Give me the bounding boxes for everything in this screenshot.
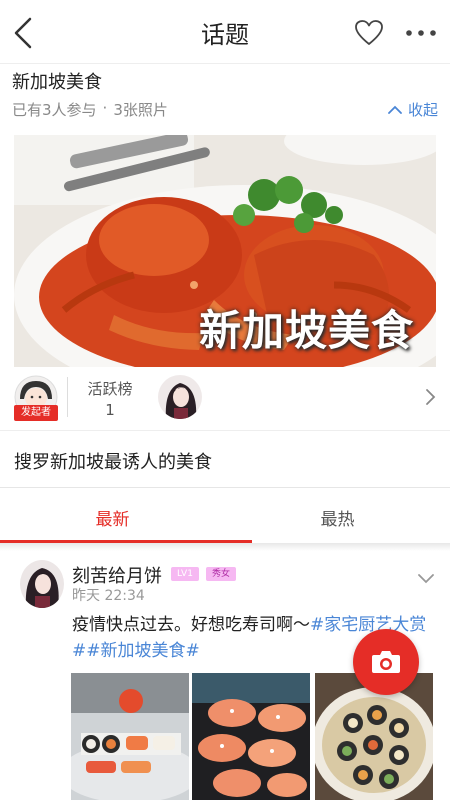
- initiator-avatar[interactable]: 发起者: [14, 375, 58, 421]
- active-rank-label: 活跃榜: [87, 380, 133, 398]
- topic-meta: 已有3人参与 · 3张照片: [12, 99, 168, 120]
- post-text: 疫情快点过去。好想吃寿司啊～: [72, 615, 310, 635]
- avatar-illustration: [158, 375, 202, 419]
- collapse-button[interactable]: 收起: [388, 99, 438, 120]
- avatar-illustration: [20, 560, 64, 608]
- initiator-badge: 发起者: [14, 405, 58, 421]
- photo-count: 3张照片: [113, 101, 168, 119]
- post-image-1[interactable]: [71, 673, 189, 800]
- topic-name: 新加坡美食: [12, 72, 102, 93]
- banner-title: 新加坡美食: [198, 306, 414, 355]
- heart-icon[interactable]: [355, 20, 383, 46]
- active-rank-value: 1: [105, 401, 115, 419]
- divider: [0, 430, 450, 431]
- topic-banner-image[interactable]: 新加坡美食: [14, 135, 436, 367]
- role-badge: 秀女: [206, 567, 236, 581]
- post-user-avatar[interactable]: [20, 560, 64, 608]
- more-dots-icon[interactable]: [404, 22, 438, 44]
- post-image-2[interactable]: [192, 673, 310, 800]
- tab-hottest[interactable]: 最热: [225, 505, 450, 530]
- camera-icon: [372, 651, 400, 673]
- participants-count: 已有3人参与: [12, 101, 97, 119]
- active-rank[interactable]: 活跃榜 1: [84, 378, 136, 419]
- rank-user-avatar[interactable]: [158, 375, 202, 419]
- chevron-down-icon[interactable]: [418, 574, 434, 584]
- top-nav-bar: 话题: [0, 0, 450, 64]
- vertical-divider: [67, 377, 68, 417]
- collapse-label: 收起: [407, 101, 438, 119]
- divider: [0, 487, 450, 488]
- camera-button[interactable]: [353, 629, 419, 695]
- tabs-shadow: [0, 543, 450, 551]
- level-badge: LV1: [171, 567, 199, 581]
- tab-latest[interactable]: 最新: [0, 505, 225, 530]
- chevron-up-icon: [388, 105, 402, 114]
- post-timestamp: 昨天 22:34: [72, 588, 145, 604]
- chevron-right-icon[interactable]: [425, 388, 437, 406]
- meta-separator: ·: [102, 99, 108, 117]
- topic-description: 搜罗新加坡最诱人的美食: [14, 452, 212, 473]
- sushi-platter-image: [71, 673, 189, 800]
- salmon-rolls-image: [192, 673, 310, 800]
